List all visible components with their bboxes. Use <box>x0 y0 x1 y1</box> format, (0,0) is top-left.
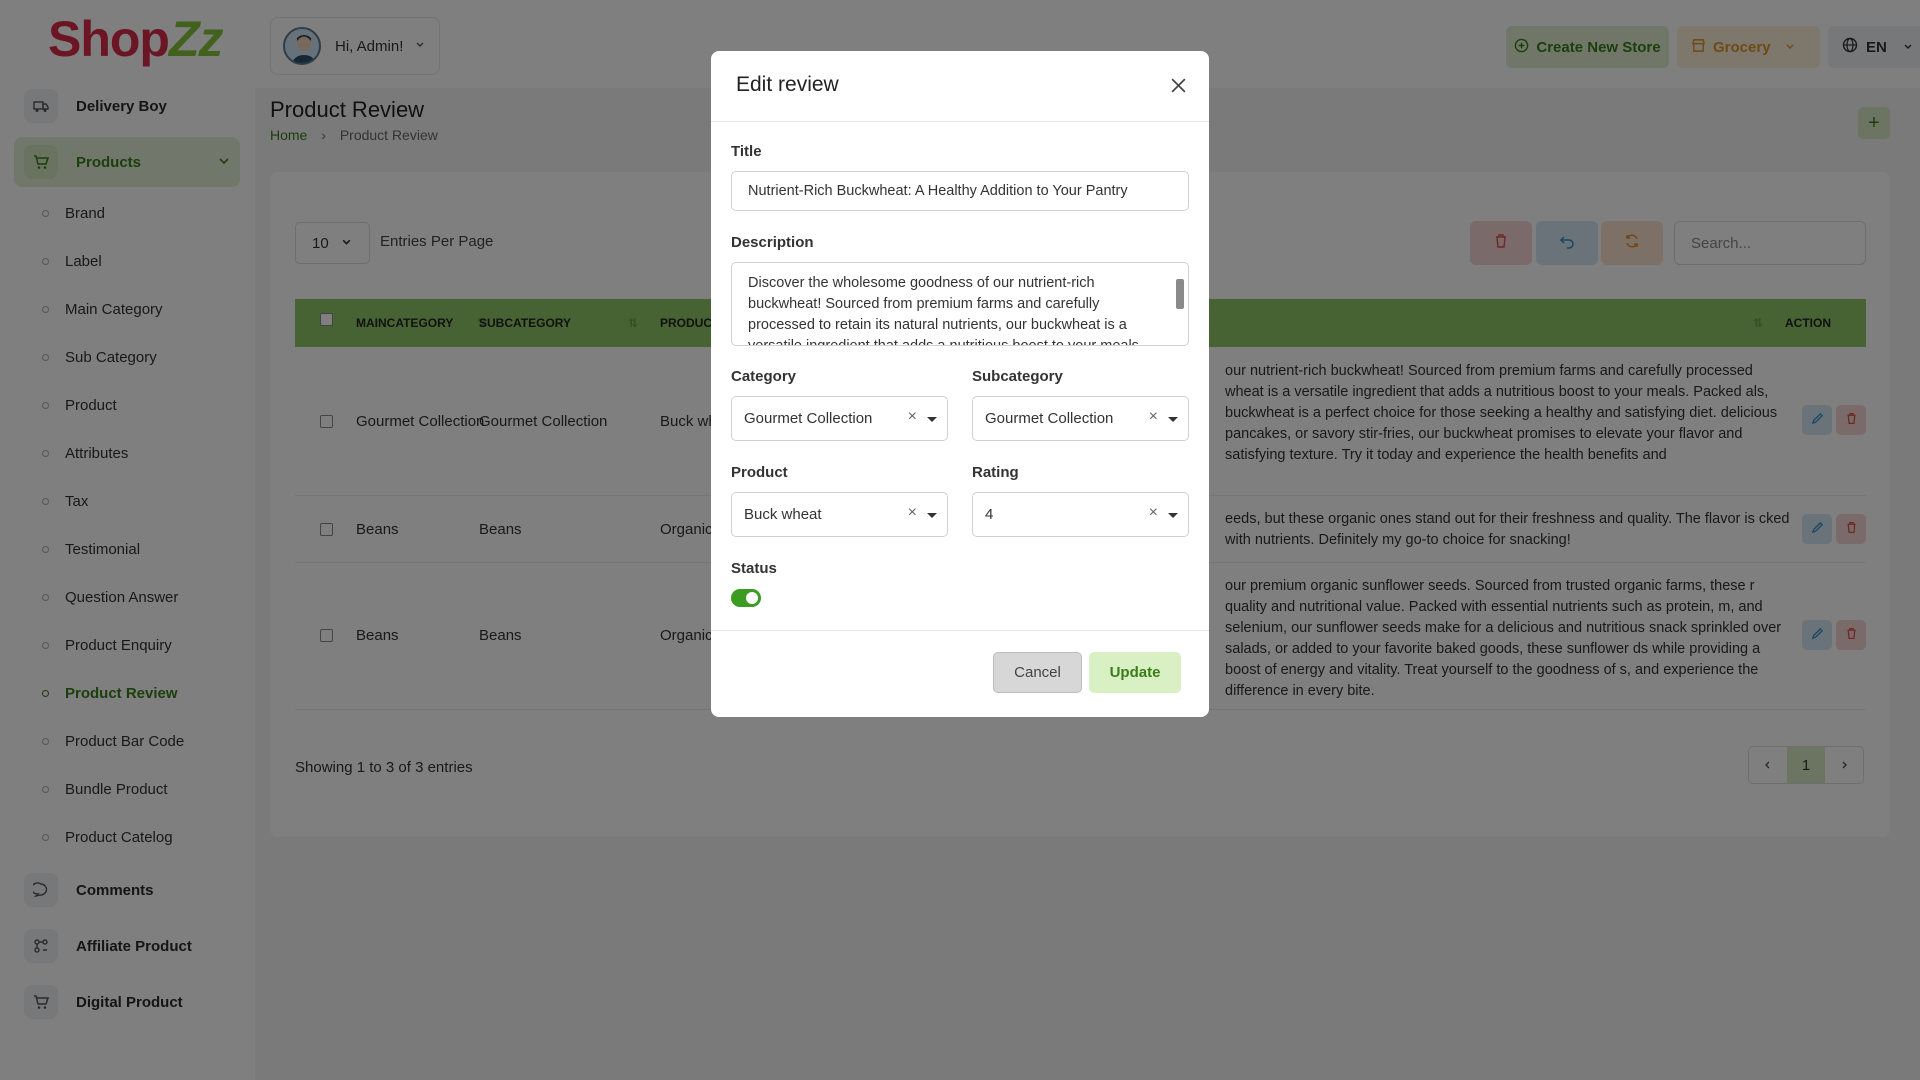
rating-label: Rating <box>972 464 1019 481</box>
status-toggle[interactable] <box>731 589 761 607</box>
product-label: Product <box>731 464 788 481</box>
status-label: Status <box>731 560 777 577</box>
textarea-scrollbar[interactable] <box>1174 265 1186 343</box>
clear-icon[interactable]: × <box>1149 408 1158 426</box>
description-text: Discover the wholesome goodness of our n… <box>748 275 1143 346</box>
caret-down-icon[interactable] <box>927 513 937 518</box>
close-icon[interactable] <box>1170 77 1187 99</box>
title-input[interactable]: Nutrient-Rich Buckwheat: A Healthy Addit… <box>731 171 1189 211</box>
subcategory-label: Subcategory <box>972 368 1063 385</box>
title-label: Title <box>731 143 762 160</box>
subcategory-select[interactable]: Gourmet Collection × <box>972 396 1189 441</box>
description-label: Description <box>731 234 814 251</box>
caret-down-icon[interactable] <box>1168 417 1178 422</box>
rating-value: 4 <box>985 506 994 523</box>
scrollbar-thumb[interactable] <box>1176 279 1184 309</box>
caret-down-icon[interactable] <box>1168 513 1178 518</box>
clear-icon[interactable]: × <box>1149 504 1158 522</box>
category-value: Gourmet Collection <box>744 410 873 427</box>
subcategory-value: Gourmet Collection <box>985 410 1114 427</box>
caret-down-icon[interactable] <box>927 417 937 422</box>
modal-header: Edit review <box>711 51 1209 122</box>
product-value: Buck wheat <box>744 506 822 523</box>
clear-icon[interactable]: × <box>908 408 917 426</box>
cancel-button[interactable]: Cancel <box>993 652 1082 693</box>
update-button[interactable]: Update <box>1089 652 1181 693</box>
modal-footer-divider <box>711 630 1209 631</box>
modal-title: Edit review <box>736 73 839 96</box>
category-select[interactable]: Gourmet Collection × <box>731 396 948 441</box>
edit-review-modal: Edit review Title Nutrient-Rich Buckwhea… <box>711 51 1209 717</box>
category-label: Category <box>731 368 797 385</box>
rating-select[interactable]: 4 × <box>972 492 1189 537</box>
product-select[interactable]: Buck wheat × <box>731 492 948 537</box>
description-textarea[interactable]: Discover the wholesome goodness of our n… <box>731 262 1189 346</box>
clear-icon[interactable]: × <box>908 504 917 522</box>
toggle-knob <box>746 592 758 604</box>
